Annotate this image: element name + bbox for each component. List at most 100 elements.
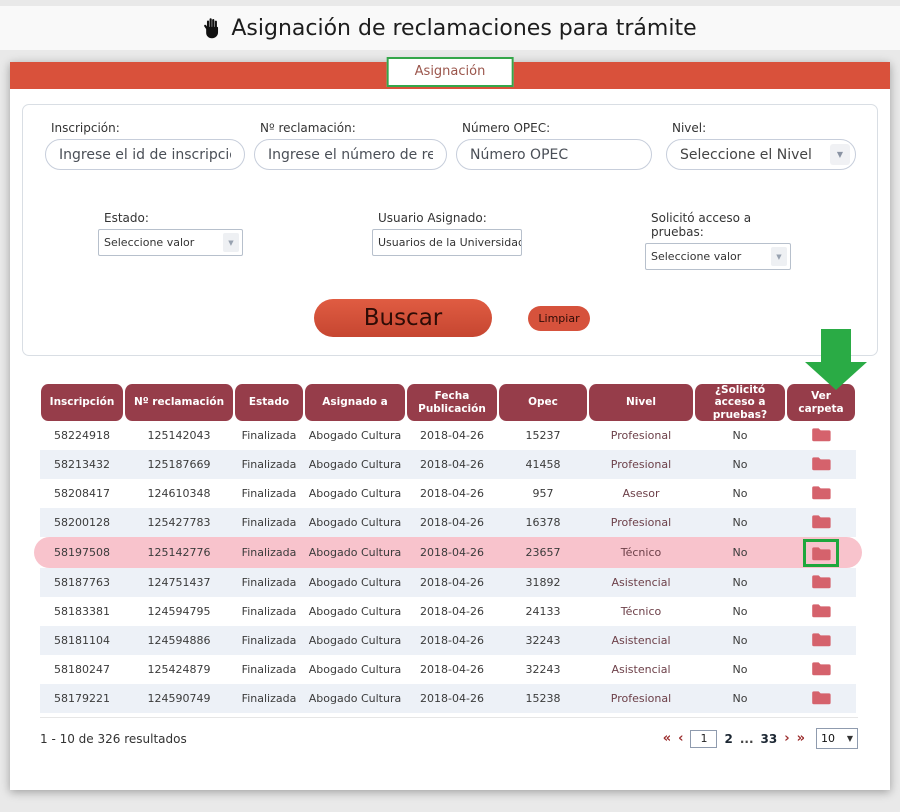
table-row: 58224918125142043FinalizadaAbogado Cultu… <box>40 421 856 450</box>
table-cell: Finalizada <box>234 605 304 618</box>
table-cell: 32243 <box>498 663 588 676</box>
page-size-select[interactable]: 10 ▼ <box>816 728 858 749</box>
reclamacion-input[interactable] <box>254 139 447 170</box>
table-body: 58224918125142043FinalizadaAbogado Cultu… <box>40 421 856 713</box>
table-cell: 58197508 <box>40 546 124 559</box>
folder-icon <box>811 513 831 529</box>
page-2-link[interactable]: 2 <box>724 732 732 746</box>
table-cell: 58180247 <box>40 663 124 676</box>
table-cell: No <box>694 516 786 529</box>
table-row: 58181104124594886FinalizadaAbogado Cultu… <box>40 626 856 655</box>
table-cell: Técnico <box>588 605 694 618</box>
table-cell: 124590749 <box>124 692 234 705</box>
results-table: InscripciónNº reclamaciónEstadoAsignado … <box>40 384 856 713</box>
next-page-button[interactable]: › <box>784 732 789 745</box>
folder-button[interactable] <box>811 573 831 589</box>
last-page-button[interactable]: » <box>797 732 805 745</box>
table-row: 58200128125427783FinalizadaAbogado Cultu… <box>40 508 856 537</box>
opec-input[interactable] <box>456 139 652 170</box>
table-cell: 58183381 <box>40 605 124 618</box>
column-header: Fecha Publicación <box>406 384 498 421</box>
inscripcion-input[interactable] <box>45 139 245 170</box>
buscar-button[interactable]: Buscar <box>314 299 492 337</box>
column-header: Nº reclamación <box>124 384 234 421</box>
page-title: Asignación de reclamaciones para trámite <box>231 16 696 41</box>
column-header: Opec <box>498 384 588 421</box>
table-cell: Profesional <box>588 516 694 529</box>
folder-button[interactable] <box>811 660 831 676</box>
tab-asignacion[interactable]: Asignación <box>387 57 514 87</box>
table-cell: 957 <box>498 487 588 500</box>
table-row: 58208417124610348FinalizadaAbogado Cultu… <box>40 479 856 508</box>
folder-button[interactable] <box>811 484 831 500</box>
field-estado: Estado: Seleccione valor ▼ <box>98 211 243 256</box>
current-page-input[interactable] <box>690 730 717 748</box>
table-cell: 125187669 <box>124 458 234 471</box>
field-opec: Número OPEC: <box>456 121 652 170</box>
table-cell: Finalizada <box>234 663 304 676</box>
table-cell: Abogado Cultura <box>304 487 406 500</box>
folder-icon <box>811 484 831 500</box>
results-summary: 1 - 10 de 326 resultados <box>40 732 187 746</box>
main-panel: Asignación Inscripción: Nº reclamación: … <box>10 62 890 790</box>
folder-button[interactable] <box>811 631 831 647</box>
table-cell-folder <box>786 689 856 708</box>
table-cell: 125424879 <box>124 663 234 676</box>
table-cell: Asistencial <box>588 663 694 676</box>
table-cell: Abogado Cultura <box>304 692 406 705</box>
table-cell-folder <box>786 455 856 474</box>
nivel-select[interactable]: Seleccione el Nivel ▼ <box>666 139 856 170</box>
table-footer: 1 - 10 de 326 resultados « ‹ 2 ... 33 › … <box>40 717 858 749</box>
prev-page-button[interactable]: ‹ <box>678 732 683 745</box>
folder-button[interactable] <box>803 539 839 567</box>
estado-select[interactable]: Seleccione valor ▼ <box>98 229 243 256</box>
folder-button[interactable] <box>811 426 831 442</box>
chevron-down-icon: ▼ <box>830 144 850 165</box>
table-cell-folder <box>786 539 856 567</box>
table-cell: Técnico <box>588 546 694 559</box>
table-cell: 124594886 <box>124 634 234 647</box>
table-cell: 2018-04-26 <box>406 546 498 559</box>
page-size-value: 10 <box>821 732 835 745</box>
folder-button[interactable] <box>811 689 831 705</box>
folder-icon <box>811 602 831 618</box>
table-cell: No <box>694 576 786 589</box>
field-reclamacion: Nº reclamación: <box>254 121 447 170</box>
folder-button[interactable] <box>811 602 831 618</box>
limpiar-button[interactable]: Limpiar <box>528 306 590 331</box>
table-cell: No <box>694 692 786 705</box>
table-cell: Finalizada <box>234 429 304 442</box>
table-cell-folder <box>786 513 856 532</box>
table-cell: 58213432 <box>40 458 124 471</box>
table-cell: Profesional <box>588 429 694 442</box>
first-page-button[interactable]: « <box>663 732 671 745</box>
nav-bar: Asignación <box>10 62 890 89</box>
reclamacion-label: Nº reclamación: <box>260 121 447 135</box>
table-cell: 124594795 <box>124 605 234 618</box>
filter-panel: Inscripción: Nº reclamación: Número OPEC… <box>22 104 878 356</box>
table-cell: 2018-04-26 <box>406 458 498 471</box>
table-cell: 125142776 <box>124 546 234 559</box>
table-cell: Abogado Cultura <box>304 634 406 647</box>
folder-icon <box>811 545 831 561</box>
table-cell: Finalizada <box>234 634 304 647</box>
nivel-label: Nivel: <box>672 121 856 135</box>
table-cell: 15237 <box>498 429 588 442</box>
table-row: 58187763124751437FinalizadaAbogado Cultu… <box>40 568 856 597</box>
last-page-link[interactable]: 33 <box>761 732 778 746</box>
table-cell: 58200128 <box>40 516 124 529</box>
acceso-pruebas-select[interactable]: Seleccione valor ▼ <box>645 243 791 270</box>
field-nivel: Nivel: Seleccione el Nivel ▼ <box>666 121 856 170</box>
folder-button[interactable] <box>811 455 831 471</box>
table-header-row: InscripciónNº reclamaciónEstadoAsignado … <box>40 384 856 421</box>
table-cell: 24133 <box>498 605 588 618</box>
table-cell: Profesional <box>588 692 694 705</box>
acceso-pruebas-label: Solicitó acceso a pruebas: <box>651 211 791 239</box>
table-row: 58183381124594795FinalizadaAbogado Cultu… <box>40 597 856 626</box>
table-cell-folder <box>786 660 856 679</box>
table-cell: 58179221 <box>40 692 124 705</box>
table-cell: 58187763 <box>40 576 124 589</box>
folder-button[interactable] <box>811 513 831 529</box>
folder-icon <box>811 689 831 705</box>
usuario-asignado-select[interactable]: Usuarios de la Universidad ▼ <box>372 229 522 256</box>
